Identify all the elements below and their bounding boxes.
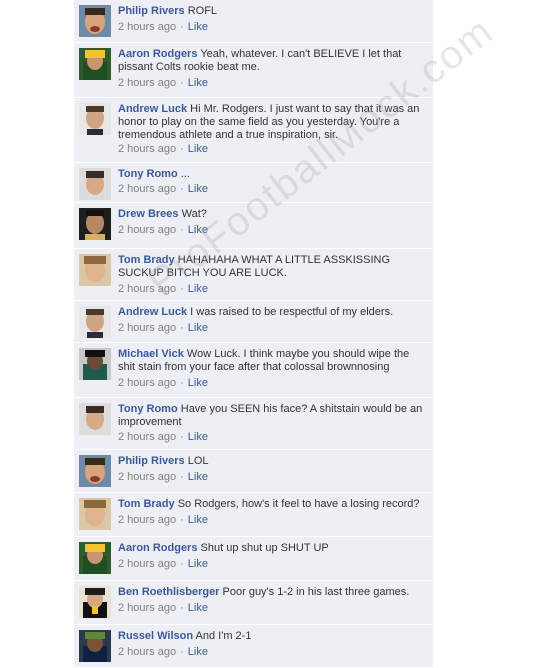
comment-item: Aaron Rodgers Shut up shut up SHUT UP 2 …	[74, 537, 433, 581]
like-link[interactable]: Like	[188, 431, 208, 443]
like-link[interactable]: Like	[188, 283, 208, 295]
comment-text: Poor guy's 1-2 in his last three games.	[222, 586, 410, 598]
comment-timestamp[interactable]: 2 hours ago	[118, 21, 176, 33]
comment-timestamp[interactable]: 2 hours ago	[118, 646, 176, 658]
comment-text: LOL	[187, 455, 209, 467]
comment-author[interactable]: Russel Wilson	[118, 630, 193, 642]
comment-author[interactable]: Drew Brees	[118, 208, 179, 220]
ben-roethlisberger-avatar[interactable]	[79, 586, 111, 618]
comment-item: Philip Rivers ROFL 2 hours ago · Like	[74, 0, 433, 43]
drew-brees-avatar[interactable]	[79, 208, 111, 240]
philip-rivers-avatar[interactable]	[79, 455, 111, 487]
comment-author[interactable]: Philip Rivers	[118, 455, 185, 467]
like-link[interactable]: Like	[188, 377, 208, 389]
comment-author[interactable]: Aaron Rodgers	[118, 542, 197, 554]
comment-author[interactable]: Michael Vick	[118, 348, 184, 360]
michael-vick-avatar[interactable]	[79, 348, 111, 380]
philip-rivers-avatar[interactable]	[79, 5, 111, 37]
tom-brady-avatar[interactable]	[79, 254, 111, 286]
comment-text: ROFL	[187, 5, 218, 17]
comment-text: Shut up shut up SHUT UP	[200, 542, 329, 554]
aaron-rodgers-avatar[interactable]	[79, 542, 111, 574]
like-link[interactable]: Like	[188, 471, 208, 483]
like-link[interactable]: Like	[188, 21, 208, 33]
comment-timestamp[interactable]: 2 hours ago	[118, 283, 176, 295]
comment-text: Wat?	[181, 208, 207, 220]
comment-author[interactable]: Tony Romo	[118, 403, 178, 415]
andrew-luck-avatar[interactable]	[79, 103, 111, 135]
comment-author[interactable]: Tom Brady	[118, 498, 175, 510]
tony-romo-avatar[interactable]	[79, 403, 111, 435]
like-link[interactable]: Like	[188, 602, 208, 614]
comment-text: And I'm 2-1	[195, 630, 252, 642]
comment-text: So Rodgers, how's it feel to have a losi…	[177, 498, 420, 510]
comment-text: ...	[180, 168, 190, 180]
comment-timestamp[interactable]: 2 hours ago	[118, 377, 176, 389]
comment-timestamp[interactable]: 2 hours ago	[118, 431, 176, 443]
comment-item: Aaron Rodgers Yeah, whatever. I can't BE…	[74, 43, 433, 98]
comment-timestamp[interactable]: 2 hours ago	[118, 143, 176, 155]
comment-timestamp[interactable]: 2 hours ago	[118, 322, 176, 334]
comment-item: Drew Brees Wat? 2 hours ago · Like	[74, 203, 433, 249]
like-link[interactable]: Like	[188, 514, 208, 526]
like-link[interactable]: Like	[188, 143, 208, 155]
comment-item: Russel Wilson And I'm 2-1 2 hours ago · Li…	[74, 625, 433, 668]
comment-item: Tom Brady HAHAHAHA WHAT A LITTLE ASSKISS…	[74, 249, 433, 301]
comment-author[interactable]: Andrew Luck	[118, 306, 187, 318]
comment-item: Andrew Luck Hi Mr. Rodgers. I just want …	[74, 98, 433, 163]
like-link[interactable]: Like	[188, 224, 208, 236]
like-link[interactable]: Like	[188, 183, 208, 195]
comment-item: Michael Vick Wow Luck. I think maybe you…	[74, 343, 433, 398]
comment-author[interactable]: Philip Rivers	[118, 5, 185, 17]
comment-timestamp[interactable]: 2 hours ago	[118, 77, 176, 89]
like-link[interactable]: Like	[188, 558, 208, 570]
comment-item: Tom Brady So Rodgers, how's it feel to h…	[74, 493, 433, 537]
comment-timestamp[interactable]: 2 hours ago	[118, 602, 176, 614]
comment-item: Andrew Luck I was raised to be respectfu…	[74, 301, 433, 343]
like-link[interactable]: Like	[188, 77, 208, 89]
comment-author[interactable]: Andrew Luck	[118, 103, 187, 115]
tom-brady-avatar[interactable]	[79, 498, 111, 530]
comment-timestamp[interactable]: 2 hours ago	[118, 183, 176, 195]
comment-timestamp[interactable]: 2 hours ago	[118, 224, 176, 236]
comment-author[interactable]: Ben Roethlisberger	[118, 586, 219, 598]
comment-item: Tony Romo Have you SEEN his face? A shit…	[74, 398, 433, 450]
tony-romo-avatar[interactable]	[79, 168, 111, 200]
comment-author[interactable]: Tony Romo	[118, 168, 178, 180]
comment-text: I was raised to be respectful of my elde…	[190, 306, 394, 318]
comment-timestamp[interactable]: 2 hours ago	[118, 558, 176, 570]
comment-timestamp[interactable]: 2 hours ago	[118, 471, 176, 483]
like-link[interactable]: Like	[188, 322, 208, 334]
comment-feed: Philip Rivers ROFL 2 hours ago · Like Aaro…	[74, 0, 433, 668]
comment-item: Ben Roethlisberger Poor guy's 1-2 in his…	[74, 581, 433, 625]
aaron-rodgers-avatar[interactable]	[79, 48, 111, 80]
comment-timestamp[interactable]: 2 hours ago	[118, 514, 176, 526]
comment-author[interactable]: Tom Brady	[118, 254, 175, 266]
comment-item: Philip Rivers LOL 2 hours ago · Like	[74, 450, 433, 493]
comment-author[interactable]: Aaron Rodgers	[118, 48, 197, 60]
like-link[interactable]: Like	[188, 646, 208, 658]
comment-item: Tony Romo ... 2 hours ago · Like	[74, 163, 433, 203]
russel-wilson-avatar[interactable]	[79, 630, 111, 662]
andrew-luck-avatar[interactable]	[79, 306, 111, 338]
